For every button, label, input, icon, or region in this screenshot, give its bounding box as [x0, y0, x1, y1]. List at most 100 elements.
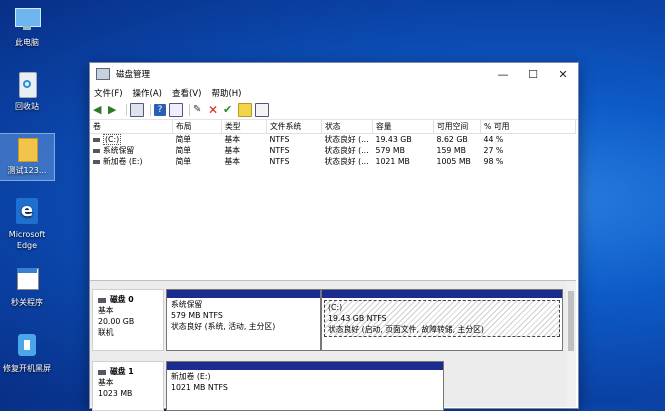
partition-status: 状态良好 (启动, 页面文件, 故障转储, 主分区) [328, 325, 484, 334]
table-cell: 简单 [175, 146, 192, 155]
table-cell: 基本 [224, 146, 241, 155]
window-title: 磁盘管理 [116, 70, 151, 80]
console-view-icon[interactable] [130, 103, 144, 117]
partition-bar [167, 362, 443, 370]
scrollbar-thumb[interactable] [568, 291, 574, 351]
forward-arrow-icon[interactable]: ▶ [108, 104, 120, 116]
table-cell: NTFS [269, 146, 290, 155]
connect-icon[interactable]: ✎ [193, 104, 205, 116]
table-row[interactable]: 新加卷 (E:) 简单 基本 NTFS 状态良好 (... 1021 MB 10… [90, 156, 576, 167]
disk-management-window: 磁盘管理 — ☐ ✕ 文件(F) 操作(A) 查看(V) 帮助(H) ◀ ▶ ?… [89, 62, 579, 411]
table-cell: 98 % [483, 157, 504, 166]
menu-help[interactable]: 帮助(H) [211, 87, 241, 99]
table-cell: 579 MB [375, 146, 405, 155]
table-row[interactable]: (C:) 简单 基本 NTFS 状态良好 (... 19.43 GB 8.62 … [90, 134, 576, 145]
folder-icon [12, 134, 42, 162]
desktop-icon-program[interactable]: 秒关程序 [0, 266, 54, 308]
toolbar-separator [126, 104, 127, 116]
partition-name: 系统保留 [171, 300, 203, 309]
volume-icon [93, 160, 100, 164]
properties-icon[interactable] [169, 103, 183, 117]
menu-file[interactable]: 文件(F) [94, 87, 123, 99]
disk-type: 基本 [98, 306, 114, 315]
volume-icon [93, 138, 100, 142]
computer-icon [12, 6, 42, 34]
maximize-button[interactable]: ☐ [518, 68, 548, 81]
recycle-bin-icon [12, 70, 42, 98]
back-arrow-icon[interactable]: ◀ [93, 104, 105, 116]
column-header-free-space[interactable]: 可用空间 [433, 120, 481, 134]
list-view-icon[interactable] [255, 103, 269, 117]
partition-e[interactable]: 新加卷 (E:) 1021 MB NTFS [166, 361, 444, 411]
column-header-volume[interactable]: 卷 [90, 120, 173, 134]
partition-c[interactable]: (C:) 19.43 GB NTFS 状态良好 (启动, 页面文件, 故障转储,… [321, 289, 563, 351]
table-row[interactable]: 系统保留 简单 基本 NTFS 状态良好 (... 579 MB 159 MB … [90, 145, 576, 156]
disk-graphical-view: 磁盘 0 基本 20.00 GB 联机 系统保留 579 MB NTFS 状态良… [90, 281, 576, 411]
export-icon[interactable] [238, 103, 252, 117]
close-button[interactable]: ✕ [548, 68, 578, 81]
disk-name: 磁盘 1 [110, 367, 134, 376]
table-cell: 8.62 GB [436, 135, 468, 144]
table-cell: 状态良好 (... [324, 157, 369, 166]
desktop-icon-recycle-bin[interactable]: 回收站 [0, 70, 54, 112]
desktop-icon-label: Microsoft Edge [8, 230, 46, 250]
table-cell: 19.43 GB [375, 135, 412, 144]
partition-bar [167, 290, 320, 298]
disk-icon [98, 297, 106, 303]
desktop-icon-label: 测试123... [7, 166, 47, 175]
toolbar: ◀ ▶ ? ✎ ✕ ✔ [90, 101, 578, 120]
desktop-icon-label: 修复开机黑屏 [3, 364, 51, 373]
edge-browser-icon: e [12, 198, 42, 226]
desktop-icon-folder[interactable]: 测试123... [0, 133, 55, 181]
desktop-icon-label: 回收站 [15, 102, 39, 111]
disk-management-app-icon [96, 68, 110, 80]
menu-action[interactable]: 操作(A) [133, 87, 162, 99]
table-cell: 基本 [224, 157, 241, 166]
toolbar-separator [189, 104, 190, 116]
repair-tool-icon [12, 332, 42, 360]
desktop-icon-repair[interactable]: 修复开机黑屏 [0, 332, 54, 374]
table-cell: 简单 [175, 135, 192, 144]
partition-detail: 1021 MB NTFS [171, 383, 228, 392]
desktop-icon-this-pc[interactable]: 此电脑 [0, 6, 54, 48]
disk-type: 基本 [98, 378, 114, 387]
desktop-icon-edge[interactable]: e Microsoft Edge [0, 198, 54, 251]
table-cell: (C:) [103, 134, 122, 145]
volume-list-header: 卷 布局 类型 文件系统 状态 容量 可用空间 % 可用 [90, 120, 576, 134]
disk-size: 1023 MB [98, 389, 133, 398]
table-cell: NTFS [269, 157, 290, 166]
partition-bar [322, 290, 562, 298]
toolbar-separator [150, 104, 151, 116]
disk-1-label[interactable]: 磁盘 1 基本 1023 MB [92, 361, 164, 411]
column-header-percent-free[interactable]: % 可用 [480, 120, 576, 134]
column-header-layout[interactable]: 布局 [172, 120, 222, 134]
disk-0-label[interactable]: 磁盘 0 基本 20.00 GB 联机 [92, 289, 164, 351]
disk-status: 联机 [98, 328, 114, 337]
table-cell: 159 MB [436, 146, 466, 155]
table-cell: 系统保留 [103, 146, 135, 155]
menu-bar: 文件(F) 操作(A) 查看(V) 帮助(H) [90, 85, 578, 101]
minimize-button[interactable]: — [488, 68, 518, 81]
column-header-capacity[interactable]: 容量 [372, 120, 434, 134]
column-header-type[interactable]: 类型 [221, 120, 267, 134]
partition-name: 新加卷 (E:) [171, 372, 211, 381]
partition-status: 状态良好 (系统, 活动, 主分区) [171, 322, 276, 331]
desktop-icon-label: 秒关程序 [11, 298, 43, 307]
partition-detail: 579 MB NTFS [171, 311, 223, 320]
program-window-icon [12, 266, 42, 294]
menu-view[interactable]: 查看(V) [172, 87, 201, 99]
column-header-filesystem[interactable]: 文件系统 [266, 120, 322, 134]
table-cell: 1021 MB [375, 157, 410, 166]
check-icon[interactable]: ✔ [223, 104, 235, 116]
column-header-status[interactable]: 状态 [321, 120, 373, 134]
table-cell: 简单 [175, 157, 192, 166]
table-cell: 基本 [224, 135, 241, 144]
disk-icon [98, 369, 106, 375]
partition-system-reserved[interactable]: 系统保留 579 MB NTFS 状态良好 (系统, 活动, 主分区) [166, 289, 321, 351]
help-icon[interactable]: ? [154, 104, 166, 116]
table-cell: 44 % [483, 135, 504, 144]
vertical-scrollbar[interactable] [566, 281, 576, 407]
title-bar[interactable]: 磁盘管理 — ☐ ✕ [90, 63, 578, 85]
table-cell: 新加卷 (E:) [103, 157, 143, 166]
delete-icon[interactable]: ✕ [208, 104, 220, 116]
